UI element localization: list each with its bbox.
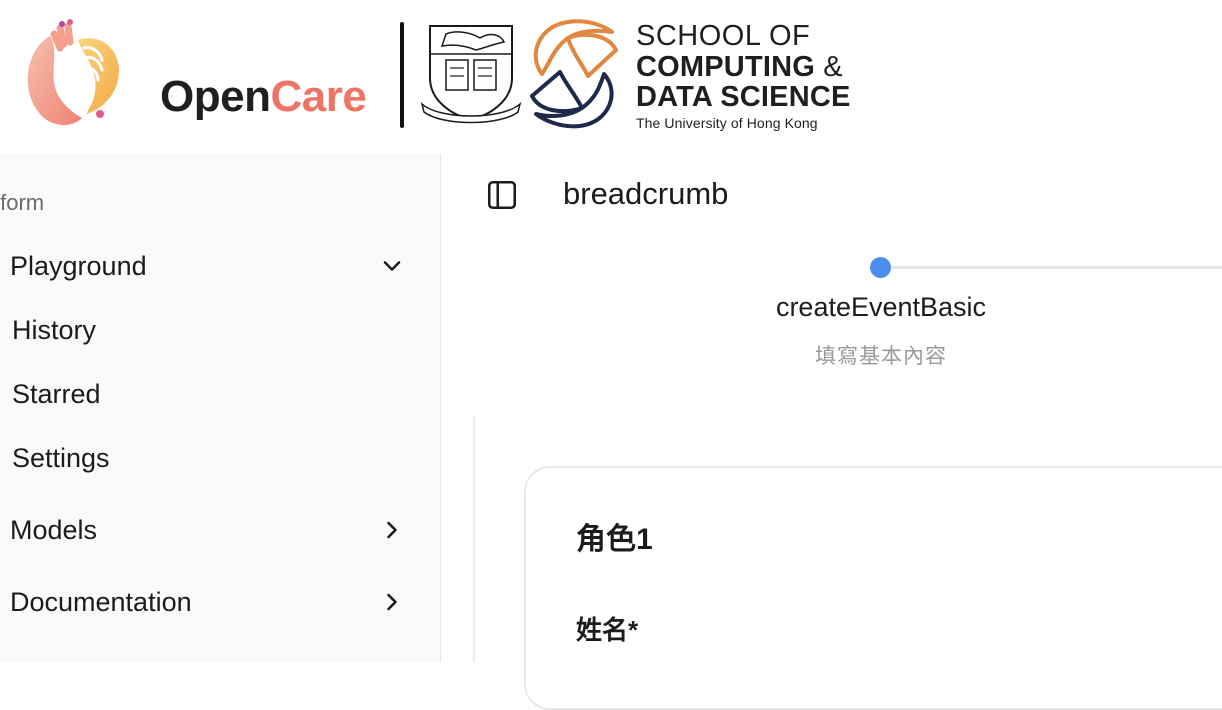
sidebar-item-label: Models [10, 514, 98, 545]
chevron-down-icon[interactable] [378, 252, 406, 280]
main-content: breadcrumb createEventBasic 填寫基本內容 角色1 姓… [441, 154, 1222, 710]
sidebar-item-playground[interactable]: Playground [0, 238, 420, 294]
stepper-track [881, 266, 1222, 269]
sidebar-group-label: tform [0, 190, 45, 215]
school-name-block: SCHOOL OF COMPUTING & DATA SCIENCE The U… [636, 20, 851, 131]
opencare-hands-icon [27, 19, 119, 126]
school-line-1: SCHOOL OF [636, 20, 811, 52]
opencare-wordmark: OpenCare [160, 72, 367, 122]
sidebar-item-label: Settings [12, 442, 110, 473]
brand-care-text: Care [270, 72, 367, 121]
sidebar-item-label: Playground [10, 250, 147, 281]
sidebar: tform Playground History Starred Setting… [0, 154, 441, 662]
school-line-4: The University of Hong Kong [636, 115, 818, 131]
sidebar-item-models[interactable]: Models [0, 502, 420, 558]
sidebar-item-label: Documentation [10, 586, 192, 617]
role-card-title: 角色1 [576, 523, 653, 556]
stepper-step-subtitle: 填寫基本內容 [815, 345, 947, 368]
form-rail [473, 416, 475, 662]
app-header: OpenCare SCHOOL OF COMPUTING & DATA SCIE… [0, 0, 1222, 154]
sidebar-item-history[interactable]: History [0, 302, 420, 358]
breadcrumb[interactable]: breadcrumb [563, 176, 728, 212]
hku-crest-icon [420, 25, 522, 124]
school-line-2: COMPUTING & [636, 52, 851, 82]
sidebar-item-settings[interactable]: Settings [0, 430, 420, 486]
stepper-active-dot[interactable] [870, 257, 891, 278]
name-field-label: 姓名* [576, 615, 639, 645]
stepper-step-title: createEventBasic [775, 292, 987, 322]
sidebar-toggle-icon[interactable] [485, 178, 519, 212]
sidebar-item-starred[interactable]: Starred [0, 366, 420, 422]
sidebar-item-documentation[interactable]: Documentation [0, 574, 420, 630]
school-line-2-amp: & [823, 51, 843, 83]
school-line-3: DATA SCIENCE [636, 81, 851, 113]
opencare-logo[interactable]: OpenCare [20, 18, 367, 130]
cds-logo-icon [530, 19, 618, 129]
role-card: 角色1 姓名* [524, 466, 1222, 710]
header-divider [400, 22, 404, 128]
sidebar-item-label: Starred [12, 378, 101, 409]
chevron-right-icon[interactable] [378, 516, 406, 544]
chevron-right-icon[interactable] [378, 588, 406, 616]
brand-open-text: Open [160, 72, 271, 121]
school-line-2-main: COMPUTING [636, 51, 816, 83]
sidebar-item-label: History [12, 314, 97, 345]
